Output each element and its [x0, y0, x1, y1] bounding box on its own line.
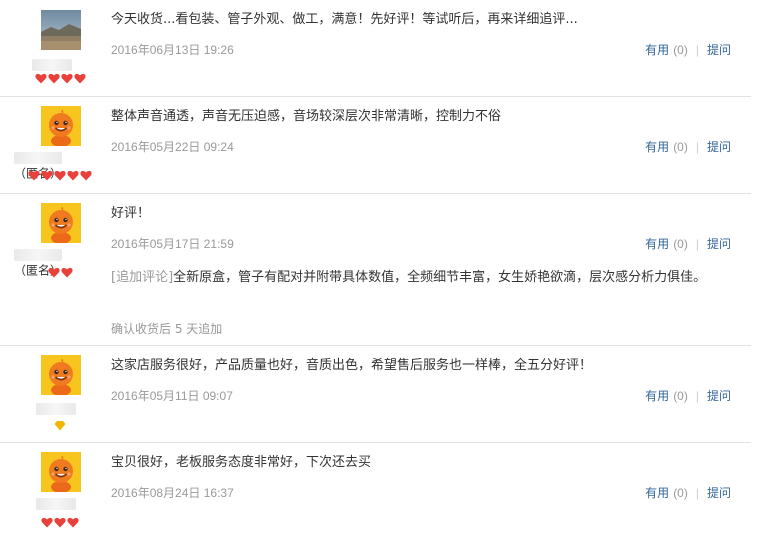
masked-username: [32, 58, 72, 71]
separator: |: [695, 486, 699, 500]
useful-count: (0): [673, 486, 688, 500]
orange-mascot-avatar-image: [41, 203, 81, 243]
useful-button[interactable]: 有用: [645, 486, 669, 500]
buyer-rank: [0, 517, 121, 529]
ask-button[interactable]: 提问: [707, 389, 731, 403]
ask-button[interactable]: 提问: [707, 43, 731, 57]
review-actions: 有用 (0) | 提问: [645, 41, 731, 58]
separator: |: [695, 140, 699, 154]
username: （匿名）: [14, 149, 110, 181]
red-heart-icon: [41, 170, 53, 181]
review-item: （匿名） 整体声音通透，声音无压迫感，音场较深层次非常清晰，控制力不俗 2016…: [0, 97, 751, 194]
useful-button[interactable]: 有用: [645, 389, 669, 403]
red-heart-icon: [47, 267, 60, 278]
orange-mascot-avatar-image: [41, 106, 81, 146]
ask-button[interactable]: 提问: [707, 486, 731, 500]
red-heart-icon: [41, 517, 53, 528]
separator: |: [695, 389, 699, 403]
buyer-rank: [0, 420, 121, 432]
masked-username: [36, 497, 76, 510]
review-item: 这家店服务很好，产品质量也好，音质出色，希望售后服务也一样棒，全五分好评！ 20…: [0, 346, 751, 443]
red-heart-icon: [54, 170, 66, 181]
review-text: 宝贝很好，老板服务态度非常好，下次还去买: [111, 455, 372, 470]
buyer-rank: [0, 267, 121, 279]
review-item: 今天收货...看包装、管子外观、做工，满意！先好评！等试听后，再来详细追评...…: [0, 0, 751, 97]
masked-username: [36, 402, 76, 415]
useful-button[interactable]: 有用: [645, 140, 669, 154]
red-heart-icon: [28, 170, 40, 181]
review-text: 今天收货...看包装、管子外观、做工，满意！先好评！等试听后，再来详细追评...: [111, 12, 578, 27]
username: [32, 56, 92, 72]
useful-count: (0): [673, 237, 688, 251]
avatar[interactable]: [41, 106, 81, 146]
separator: |: [695, 237, 699, 251]
red-heart-icon: [67, 517, 79, 528]
red-heart-icon: [54, 517, 66, 528]
orange-mascot-avatar-image: [41, 452, 81, 492]
ask-button[interactable]: 提问: [707, 140, 731, 154]
red-heart-icon: [47, 73, 60, 84]
review-text: 好评！: [111, 206, 151, 221]
username: [36, 495, 86, 511]
red-heart-icon: [80, 170, 92, 181]
review-actions: 有用 (0) | 提问: [645, 235, 731, 252]
append-timing-note: 确认收货后 5 天追加: [111, 322, 223, 336]
review-text: 整体声音通透，声音无压迫感，音场较深层次非常清晰，控制力不俗: [111, 109, 502, 124]
useful-button[interactable]: 有用: [645, 237, 669, 251]
review-date: 2016年05月17日 21:59: [111, 237, 234, 251]
review-actions: 有用 (0) | 提问: [645, 484, 731, 501]
review-text: 这家店服务很好，产品质量也好，音质出色，希望售后服务也一样棒，全五分好评！: [111, 358, 593, 373]
buyer-rank: [0, 73, 121, 85]
review-item: （匿名） 好评！ 2016年05月17日 21:59 有用 (0) | 提问 [追加评…: [0, 194, 751, 346]
red-heart-icon: [67, 170, 79, 181]
review-actions: 有用 (0) | 提问: [645, 138, 731, 155]
avatar[interactable]: [41, 355, 81, 395]
review-date: 2016年05月22日 09:24: [111, 140, 234, 154]
review-date: 2016年08月24日 16:37: [111, 486, 234, 500]
review-date: 2016年05月11日 09:07: [111, 389, 233, 403]
username: （匿名）: [14, 246, 110, 278]
avatar[interactable]: [41, 203, 81, 243]
landscape-avatar-image: [41, 10, 81, 50]
red-heart-icon: [60, 73, 73, 84]
append-review: [追加评论]全新原盒，管子有配对并附带具体数值，全频细节丰富，女生娇艳欲滴，层次…: [111, 268, 731, 288]
yellow-diamond-icon: [54, 421, 66, 431]
review-date: 2016年06月13日 19:26: [111, 43, 234, 57]
masked-username: [14, 248, 62, 261]
masked-username: [14, 151, 62, 164]
useful-count: (0): [673, 389, 688, 403]
separator: |: [695, 43, 699, 57]
red-heart-icon: [73, 73, 86, 84]
avatar[interactable]: [41, 452, 81, 492]
ask-button[interactable]: 提问: [707, 237, 731, 251]
useful-button[interactable]: 有用: [645, 43, 669, 57]
append-tag: [追加评论]: [111, 270, 174, 285]
append-text: 全新原盒，管子有配对并附带具体数值，全频细节丰富，女生娇艳欲滴，层次感分析力俱佳…: [173, 270, 707, 285]
useful-count: (0): [673, 140, 688, 154]
orange-mascot-avatar-image: [41, 355, 81, 395]
avatar[interactable]: [41, 10, 81, 50]
review-item: 宝贝很好，老板服务态度非常好，下次还去买 2016年08月24日 16:37 有…: [0, 443, 751, 535]
review-actions: 有用 (0) | 提问: [645, 387, 731, 404]
useful-count: (0): [673, 43, 688, 57]
red-heart-icon: [34, 73, 47, 84]
red-heart-icon: [60, 267, 73, 278]
buyer-rank: [0, 170, 121, 182]
username: [36, 400, 86, 416]
